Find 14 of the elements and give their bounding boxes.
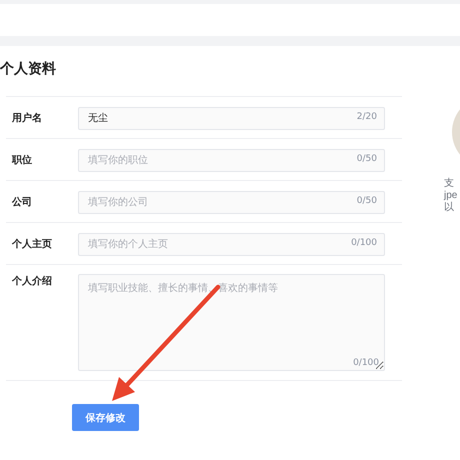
field-label: 个人主页 (11, 237, 53, 250)
field-label: 个人介绍 (11, 274, 53, 288)
field-label: 职位 (10, 154, 33, 166)
char-counter: 0/50 (356, 196, 377, 207)
hint-text: jpe (444, 190, 458, 202)
hint-text: 以 (444, 202, 454, 214)
field-label: 公司 (10, 196, 33, 208)
hint-text: 支 (444, 178, 454, 190)
char-counter: 2/20 (356, 112, 377, 123)
section-title: 个人资料 (0, 60, 57, 79)
char-counter: 0/100 (351, 238, 377, 249)
field-label: 用户名 (11, 111, 43, 124)
char-counter: 0/50 (356, 154, 377, 165)
char-counter: 0/100 (353, 358, 379, 369)
